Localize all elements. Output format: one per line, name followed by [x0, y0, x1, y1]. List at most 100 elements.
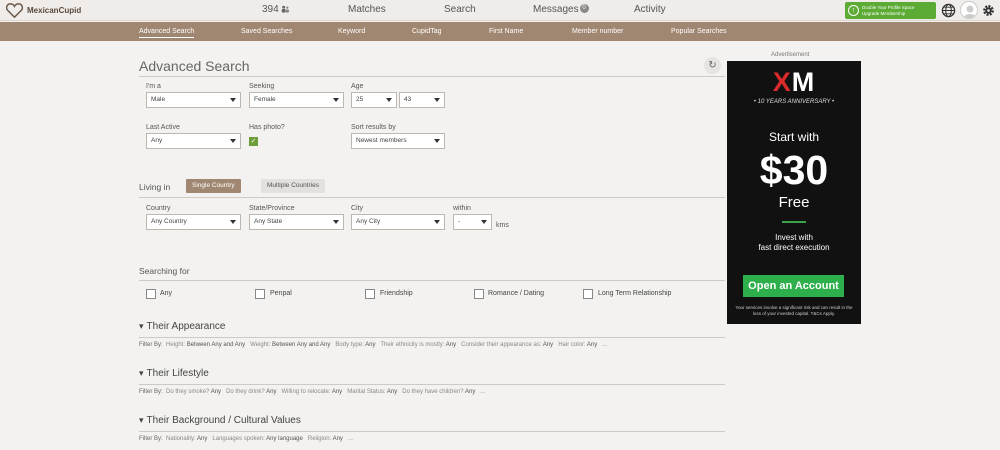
- ad-invest-line-1: Invest with: [775, 233, 813, 242]
- chevron-down-icon: ▾: [139, 321, 144, 331]
- searching-friendship-checkbox[interactable]: [365, 289, 375, 299]
- kms-label: kms: [496, 222, 509, 229]
- filter-value: Any: [332, 436, 343, 442]
- subnav-cupidtag[interactable]: CupidTag: [412, 28, 442, 35]
- reset-search-button[interactable]: ↻: [704, 57, 721, 74]
- subnav-advanced-search[interactable]: Advanced Search: [139, 28, 195, 38]
- filter-key: Nationality:: [166, 436, 196, 442]
- subnav-popular-searches[interactable]: Popular Searches: [671, 28, 727, 35]
- filter-more: ...: [347, 436, 353, 442]
- ad-anniversary: • 10 YEARS ANNIVERSARY •: [753, 99, 835, 105]
- avatar[interactable]: [960, 1, 978, 19]
- filter-value: Any language: [266, 436, 303, 442]
- seeking-select[interactable]: Female: [249, 92, 344, 108]
- filter-key: Body type:: [335, 342, 364, 348]
- nav-count[interactable]: 394: [262, 4, 290, 15]
- filter-value: Any: [266, 389, 277, 395]
- refresh-icon: ↻: [708, 60, 717, 71]
- advertisement-banner[interactable]: XM • 10 YEARS ANNIVERSARY • Start with $…: [727, 61, 861, 324]
- nav-activity[interactable]: Activity: [634, 4, 666, 15]
- filter-value: Between Any and Any: [272, 342, 331, 348]
- filter-key: Do they smoke?: [166, 389, 210, 395]
- ad-invest-text: Invest with fast direct execution: [727, 233, 861, 253]
- age-min-select[interactable]: 25: [351, 92, 397, 108]
- single-country-button[interactable]: Single Country: [186, 179, 241, 193]
- searching-penpal-checkbox[interactable]: [255, 289, 265, 299]
- filter-value: Any: [210, 389, 222, 395]
- lifestyle-section-toggle[interactable]: ▾ Their Lifestyle: [139, 368, 209, 379]
- lifestyle-filters[interactable]: Filter By: Do they smoke? Any Do they dr…: [139, 389, 485, 395]
- logo[interactable]: MexicanCupid: [6, 2, 81, 19]
- globe-icon[interactable]: [941, 3, 956, 18]
- im-a-select[interactable]: Male: [146, 92, 241, 108]
- subnav-saved-searches[interactable]: Saved Searches: [241, 28, 292, 35]
- searching-any-checkbox[interactable]: [146, 289, 156, 299]
- age-max-select[interactable]: 43: [399, 92, 445, 108]
- last-active-label: Last Active: [146, 124, 180, 131]
- nav-matches[interactable]: Matches: [348, 4, 386, 15]
- gear-icon[interactable]: [981, 3, 996, 18]
- filter-by-label: Filter By:: [139, 342, 163, 348]
- multiple-countries-button[interactable]: Multiple Countries: [261, 179, 326, 193]
- searching-for-label: Searching for: [139, 266, 190, 276]
- appearance-section-toggle[interactable]: ▾ Their Appearance: [139, 321, 225, 332]
- filter-value: Any: [197, 436, 208, 442]
- sort-select[interactable]: Newest members: [351, 133, 445, 149]
- ad-disclaimer: Your services involve a significant risk…: [735, 305, 853, 316]
- filter-value: Any: [445, 342, 457, 348]
- ad-brand-logo: XM: [772, 67, 816, 97]
- searching-friendship-label: Friendship: [380, 290, 413, 297]
- within-label: within: [453, 205, 471, 212]
- upgrade-line-2: Upgrade Membership: [862, 10, 906, 16]
- within-select[interactable]: -: [453, 214, 492, 230]
- filter-key: Willing to relocate:: [281, 389, 331, 395]
- sub-navigation: Advanced Search Saved Searches Keyword C…: [0, 22, 1000, 41]
- nav-messages[interactable]: Messages 0: [533, 4, 589, 15]
- searching-romance-checkbox[interactable]: [474, 289, 484, 299]
- chevron-down-icon: ▾: [139, 415, 144, 425]
- nav-messages-label: Messages: [533, 4, 579, 15]
- state-label: State/Province: [249, 205, 295, 212]
- chevron-down-icon: ▾: [139, 368, 144, 378]
- searching-penpal-label: Penpal: [270, 290, 292, 297]
- advertisement-label: Advertisement: [771, 52, 810, 58]
- logo-text: MexicanCupid: [27, 6, 82, 15]
- seeking-label: Seeking: [249, 83, 275, 90]
- ad-divider: [782, 221, 806, 223]
- has-photo-checkbox[interactable]: ✓: [249, 137, 258, 146]
- filter-key: Do they drink?: [226, 389, 265, 395]
- state-select[interactable]: Any State: [249, 214, 344, 230]
- divider: [139, 280, 725, 281]
- ad-open-account-button[interactable]: Open an Account: [743, 275, 844, 297]
- city-select[interactable]: Any City: [351, 214, 445, 230]
- filter-by-label: Filter By:: [139, 436, 163, 442]
- appearance-title: Their Appearance: [146, 321, 226, 332]
- lifestyle-title: Their Lifestyle: [146, 368, 209, 379]
- filter-value: Any: [331, 389, 343, 395]
- filter-key: Hair color:: [558, 342, 586, 348]
- appearance-filters[interactable]: Filter By: Height: Between Any and Any W…: [139, 342, 607, 348]
- im-a-label: I'm a: [146, 83, 161, 90]
- country-label: Country: [146, 205, 171, 212]
- divider: [139, 337, 725, 338]
- filter-value: Any: [542, 342, 554, 348]
- upgrade-line-1: Double Your Profile Space: [862, 4, 915, 10]
- last-active-select[interactable]: Any: [146, 133, 241, 149]
- filter-by-label: Filter By:: [139, 389, 163, 395]
- nav-count-value: 394: [262, 4, 279, 15]
- upgrade-membership-button[interactable]: ↑ Double Your Profile Space Upgrade Memb…: [845, 2, 936, 19]
- filter-value: Any: [464, 389, 476, 395]
- subnav-first-name[interactable]: First Name: [489, 28, 523, 35]
- ad-free: Free: [778, 194, 810, 211]
- filter-more: ...: [602, 342, 608, 348]
- subnav-member-number[interactable]: Member number: [572, 28, 623, 35]
- filter-key: Religion:: [307, 436, 332, 442]
- users-icon: [282, 6, 290, 13]
- country-select[interactable]: Any Country: [146, 214, 241, 230]
- searching-long-term-checkbox[interactable]: [583, 289, 593, 299]
- background-filters[interactable]: Filter By: Nationality: Any Languages sp…: [139, 436, 353, 442]
- background-section-toggle[interactable]: ▾ Their Background / Cultural Values: [139, 415, 301, 426]
- divider: [139, 76, 725, 77]
- nav-search[interactable]: Search: [444, 4, 476, 15]
- subnav-keyword[interactable]: Keyword: [338, 28, 365, 35]
